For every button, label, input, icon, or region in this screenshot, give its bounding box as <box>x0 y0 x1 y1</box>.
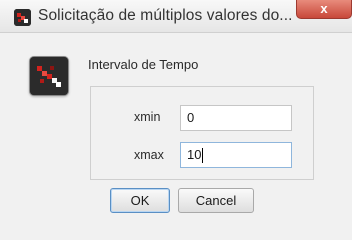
section-title: Intervalo de Tempo <box>88 57 199 72</box>
app-logo-icon <box>14 9 31 26</box>
xmin-field[interactable]: 0 <box>180 105 292 131</box>
close-button[interactable]: x <box>296 0 352 19</box>
cancel-button[interactable]: Cancel <box>178 188 254 213</box>
xmax-field[interactable]: 10 <box>180 142 292 168</box>
title-bar[interactable]: Solicitação de múltiplos valores do... x <box>0 0 352 33</box>
ok-button[interactable]: OK <box>110 188 170 213</box>
dialog-window: Solicitação de múltiplos valores do... x… <box>0 0 352 240</box>
xmin-label: xmin <box>134 110 161 124</box>
xmax-value: 10 <box>187 147 202 162</box>
xmin-value: 0 <box>187 110 195 125</box>
text-caret <box>202 148 204 164</box>
window-title: Solicitação de múltiplos valores do... <box>38 7 293 24</box>
xmax-label: xmax <box>134 148 164 162</box>
dialog-logo-icon <box>29 56 69 96</box>
